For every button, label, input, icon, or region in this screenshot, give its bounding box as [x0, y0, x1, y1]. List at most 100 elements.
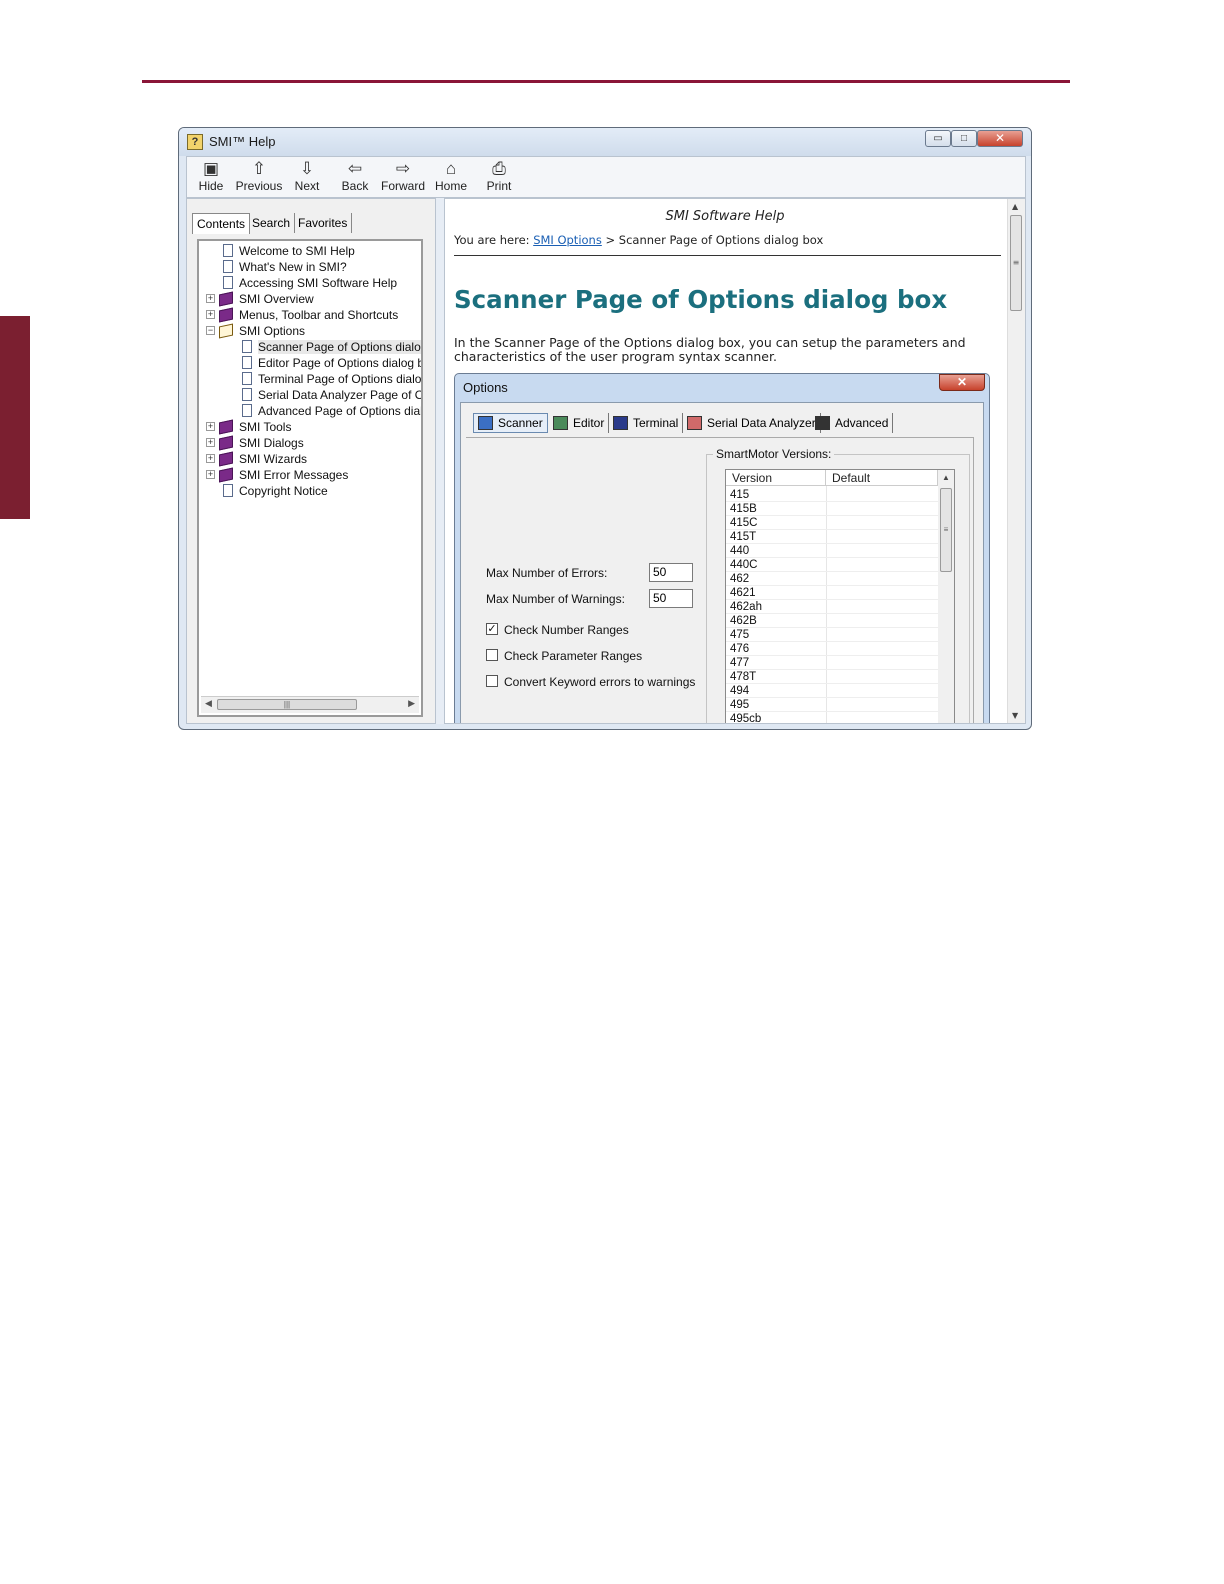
help-window: ? SMI™ Help ▭ □ ✕ ▣ Hide ⇧ Previous ⇩ Ne…	[178, 127, 1032, 730]
vertical-scrollbar[interactable]: ▲ ≡ ▼	[1007, 199, 1025, 723]
page-icon	[242, 404, 252, 417]
scroll-thumb[interactable]: |||	[217, 699, 357, 710]
analyzer-icon	[687, 416, 702, 430]
list-item: 462B	[726, 614, 938, 628]
next-button[interactable]: ⇩ Next	[283, 159, 331, 197]
list-item: 415	[726, 488, 938, 502]
tab-search[interactable]: Search	[248, 213, 296, 233]
tab-terminal: Terminal	[613, 413, 684, 433]
list-scroll-thumb: ≡	[940, 488, 952, 572]
list-item: 440	[726, 544, 938, 558]
dialog-body: Scanner Editor Terminal Serial Data Anal…	[460, 402, 984, 723]
close-button[interactable]: ✕	[977, 130, 1023, 147]
tab-advanced: Advanced	[815, 413, 894, 433]
expand-icon[interactable]: +	[206, 294, 215, 303]
tree-item[interactable]: + SMI Wizards	[206, 451, 307, 467]
tree-item[interactable]: Terminal Page of Options dialog bo	[242, 371, 421, 387]
scroll-up-icon: ▲	[942, 473, 950, 482]
arrow-up-icon: ⇧	[251, 159, 267, 178]
scroll-left-icon[interactable]: ◀	[205, 698, 212, 709]
list-item: 475	[726, 628, 938, 642]
tree-item[interactable]: + SMI Tools	[206, 419, 291, 435]
check-number-ranges-checkbox: ✓	[486, 623, 498, 635]
scroll-up-icon[interactable]: ▲	[1012, 202, 1018, 211]
tab-serial-data-analyzer: Serial Data Analyzer	[687, 413, 821, 433]
scroll-thumb[interactable]: ≡	[1010, 215, 1022, 311]
list-item: 462ah	[726, 600, 938, 614]
page-icon	[223, 484, 233, 497]
book-icon	[219, 451, 233, 467]
expand-icon[interactable]: +	[206, 310, 215, 319]
page-icon	[242, 340, 252, 353]
page-icon	[223, 244, 233, 257]
expand-icon[interactable]: +	[206, 470, 215, 479]
page-side-tab	[0, 316, 30, 519]
expand-icon[interactable]: +	[206, 422, 215, 431]
intro-paragraph: In the Scanner Page of the Options dialo…	[454, 335, 966, 364]
help-header: SMI Software Help	[665, 209, 785, 224]
collapse-icon[interactable]: −	[206, 326, 215, 335]
print-button[interactable]: ⎙ Print	[475, 159, 523, 197]
contents-tree: Welcome to SMI Help What's New in SMI? A…	[197, 239, 423, 717]
convert-keyword-errors-checkbox	[486, 675, 498, 687]
scroll-down-icon[interactable]: ▼	[1012, 711, 1018, 720]
home-button[interactable]: ⌂ Home	[427, 159, 475, 197]
tree-item[interactable]: + Menus, Toolbar and Shortcuts	[206, 307, 398, 323]
page-icon	[223, 260, 233, 273]
scanner-tab-panel: Max Number of Errors: 50 Max Number of W…	[466, 437, 974, 723]
page-icon	[223, 276, 233, 289]
page-icon	[242, 356, 252, 369]
dialog-close-button: ✕	[939, 374, 985, 391]
hide-button[interactable]: ▣ Hide	[187, 159, 235, 197]
tree-item[interactable]: Welcome to SMI Help	[223, 243, 355, 259]
book-icon	[219, 419, 233, 435]
list-item: 415C	[726, 516, 938, 530]
max-warnings-field: 50	[649, 589, 693, 608]
forward-button[interactable]: ⇨ Forward	[379, 159, 427, 197]
page-icon	[242, 372, 252, 385]
previous-button[interactable]: ⇧ Previous	[235, 159, 283, 197]
book-icon	[219, 291, 233, 307]
tree-item[interactable]: Accessing SMI Software Help	[223, 275, 397, 291]
page-title: Scanner Page of Options dialog box	[454, 285, 948, 314]
max-warnings-label: Max Number of Warnings:	[486, 592, 625, 606]
tree-item[interactable]: + SMI Dialogs	[206, 435, 304, 451]
breadcrumb-link[interactable]: SMI Options	[533, 233, 602, 247]
list-item: 476	[726, 642, 938, 656]
page-icon	[242, 388, 252, 401]
list-item: 440C	[726, 558, 938, 572]
tree-item[interactable]: Advanced Page of Options dialog	[242, 403, 421, 419]
topic-content: SMI Software Help You are here: SMI Opti…	[444, 198, 1026, 724]
tree-item-selected[interactable]: Scanner Page of Options dialog bo	[242, 339, 421, 355]
maximize-button[interactable]: □	[951, 130, 977, 147]
book-icon	[219, 307, 233, 323]
smartmotor-versions-group: SmartMotor Versions: Version Default 415…	[706, 447, 970, 723]
minimize-button[interactable]: ▭	[925, 130, 951, 147]
tree-item[interactable]: Editor Page of Options dialog box	[242, 355, 421, 371]
expand-icon[interactable]: +	[206, 454, 215, 463]
tree-item[interactable]: + SMI Error Messages	[206, 467, 348, 483]
dialog-title: Options	[463, 380, 508, 395]
hide-icon: ▣	[202, 159, 220, 178]
options-dialog-screenshot: Options ✕ Scanner Editor Terminal Serial…	[454, 373, 990, 723]
list-item: 415T	[726, 530, 938, 544]
tree-item[interactable]: Serial Data Analyzer Page of Optio	[242, 387, 421, 403]
scroll-right-icon[interactable]: ▶	[408, 698, 415, 709]
back-button[interactable]: ⇦ Back	[331, 159, 379, 197]
help-app-icon: ?	[187, 134, 203, 150]
column-header-default: Default	[826, 470, 938, 486]
tab-contents[interactable]: Contents	[192, 213, 251, 234]
tree-item[interactable]: Copyright Notice	[223, 483, 328, 499]
expand-icon[interactable]: +	[206, 438, 215, 447]
arrow-left-icon: ⇦	[347, 159, 363, 178]
horizontal-scrollbar[interactable]: ◀ ||| ▶	[201, 696, 419, 713]
tab-favorites[interactable]: Favorites	[294, 213, 353, 233]
title-bar[interactable]: ? SMI™ Help ▭ □ ✕	[179, 128, 1031, 156]
pane-splitter[interactable]	[436, 198, 444, 724]
tree-item[interactable]: What's New in SMI?	[223, 259, 347, 275]
tree-item[interactable]: − SMI Options	[206, 323, 305, 339]
list-item: 495cb	[726, 712, 938, 723]
tree-item[interactable]: + SMI Overview	[206, 291, 314, 307]
toolbar: ▣ Hide ⇧ Previous ⇩ Next ⇦ Back ⇨ Forwar…	[186, 156, 1026, 198]
check-parameter-ranges-label: Check Parameter Ranges	[504, 649, 643, 663]
